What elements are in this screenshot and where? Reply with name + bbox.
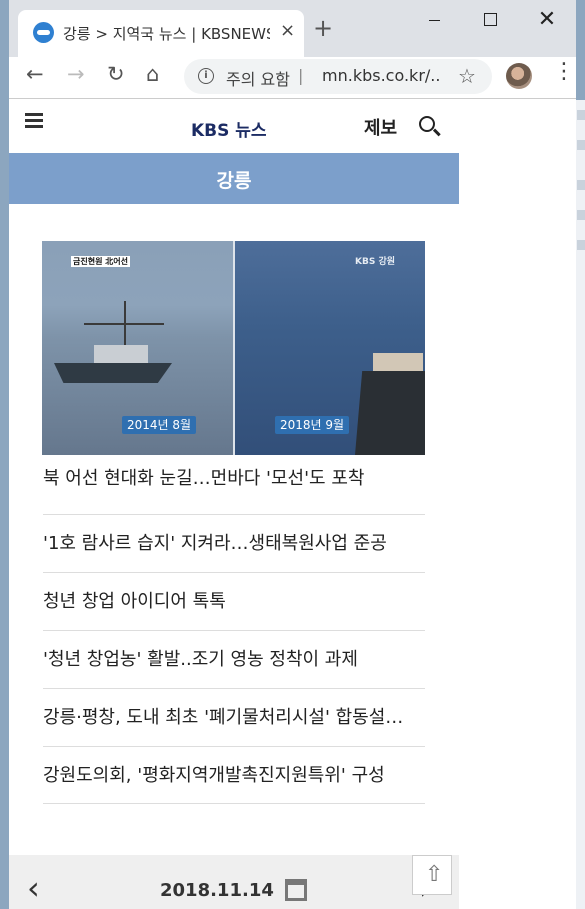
- news-item[interactable]: 강원도의회, '평화지역개발촉진지원특위' 구성: [43, 746, 425, 804]
- bookmark-star-icon[interactable]: ☆: [458, 64, 476, 88]
- info-icon[interactable]: i: [198, 68, 214, 84]
- tab-close-icon[interactable]: ×: [280, 20, 295, 41]
- browser-toolbar: ← → ↻ ⌂ i 주의 요함 | mn.kbs.co.kr/... ☆ ⋮: [9, 57, 576, 99]
- desktop-background: [576, 100, 585, 909]
- new-tab-button[interactable]: +: [313, 14, 333, 42]
- news-item[interactable]: '1호 람사르 습지' 지켜라…생태복원사업 준공: [43, 514, 425, 572]
- news-item[interactable]: 청년 창업 아이디어 톡톡: [43, 572, 425, 630]
- region-title: 강릉: [216, 170, 252, 192]
- search-icon[interactable]: [419, 116, 435, 132]
- browser-menu-icon[interactable]: ⋮: [553, 61, 575, 83]
- news-list: '1호 람사르 습지' 지켜라…생태복원사업 준공 청년 창업 아이디어 톡톡 …: [43, 514, 425, 804]
- minimize-button[interactable]: [415, 6, 455, 34]
- desktop-mark: [577, 210, 585, 220]
- date-badge: 2014년 8월: [122, 416, 197, 434]
- lead-article-title[interactable]: 북 어선 현대화 눈길…먼바다 '모선'도 포착: [43, 464, 425, 490]
- back-icon[interactable]: ←: [26, 62, 44, 86]
- browser-window: 강릉 > 지역국 뉴스 | KBSNEWS × + ✕ ← → ↻ ⌂ i 주의…: [9, 0, 576, 909]
- kbs-favicon-icon: [33, 22, 54, 43]
- news-item[interactable]: '청년 창업농' 활발..조기 영농 정착이 과제: [43, 630, 425, 688]
- desktop-mark: [577, 180, 585, 190]
- web-page: KBS 뉴스 제보 강릉 금진현원 北어선 KBS 강원 2014년 8월 20…: [9, 100, 576, 909]
- tab-title: 강릉 > 지역국 뉴스 | KBSNEWS: [63, 25, 270, 43]
- kbs-news-logo[interactable]: KBS 뉴스: [191, 116, 267, 141]
- address-bar[interactable]: i 주의 요함 | mn.kbs.co.kr/... ☆: [184, 59, 492, 94]
- site-header: KBS 뉴스 제보: [9, 100, 459, 153]
- address-separator: |: [298, 66, 304, 85]
- fishing-boat-image: [54, 301, 174, 385]
- desktop-mark: [577, 110, 585, 120]
- browser-tab[interactable]: 강릉 > 지역국 뉴스 | KBSNEWS ×: [18, 10, 304, 57]
- scroll-to-top-button[interactable]: ⇧: [412, 855, 452, 895]
- desktop-mark: [577, 240, 585, 250]
- previous-date-button[interactable]: ‹: [27, 869, 40, 907]
- news-item[interactable]: 강릉·평창, 도내 최초 '폐기물처리시설' 합동설…: [43, 688, 425, 746]
- desktop-mark: [577, 140, 585, 150]
- url-text[interactable]: mn.kbs.co.kr/...: [322, 66, 442, 85]
- profile-avatar[interactable]: [506, 63, 532, 89]
- arrow-up-icon: ⇧: [425, 862, 444, 887]
- tab-strip: 강릉 > 지역국 뉴스 | KBSNEWS × + ✕: [9, 0, 576, 57]
- maximize-button[interactable]: [470, 6, 510, 34]
- date-badge: 2018년 9월: [275, 416, 350, 434]
- calendar-icon[interactable]: [285, 879, 307, 901]
- image-caption: 금진현원 北어선: [71, 256, 130, 267]
- home-icon[interactable]: ⌂: [146, 62, 159, 86]
- page-blank-area: [459, 100, 576, 909]
- date-navigation: ‹ 2018.11.14 ›: [9, 855, 459, 909]
- fishing-boat-image: [355, 331, 425, 455]
- hamburger-menu-icon[interactable]: [25, 113, 43, 129]
- security-warning[interactable]: 주의 요함: [226, 66, 290, 90]
- current-date: 2018.11.14: [160, 880, 274, 901]
- tip-off-link[interactable]: 제보: [364, 114, 397, 140]
- photo-divider: [233, 241, 235, 455]
- broadcaster-watermark: KBS 강원: [355, 257, 396, 267]
- reload-icon[interactable]: ↻: [107, 62, 125, 86]
- close-window-button[interactable]: ✕: [527, 6, 567, 34]
- forward-icon[interactable]: →: [67, 62, 85, 86]
- region-bar: 강릉: [9, 153, 459, 204]
- lead-article-image[interactable]: 금진현원 北어선 KBS 강원 2014년 8월 2018년 9월: [42, 241, 425, 455]
